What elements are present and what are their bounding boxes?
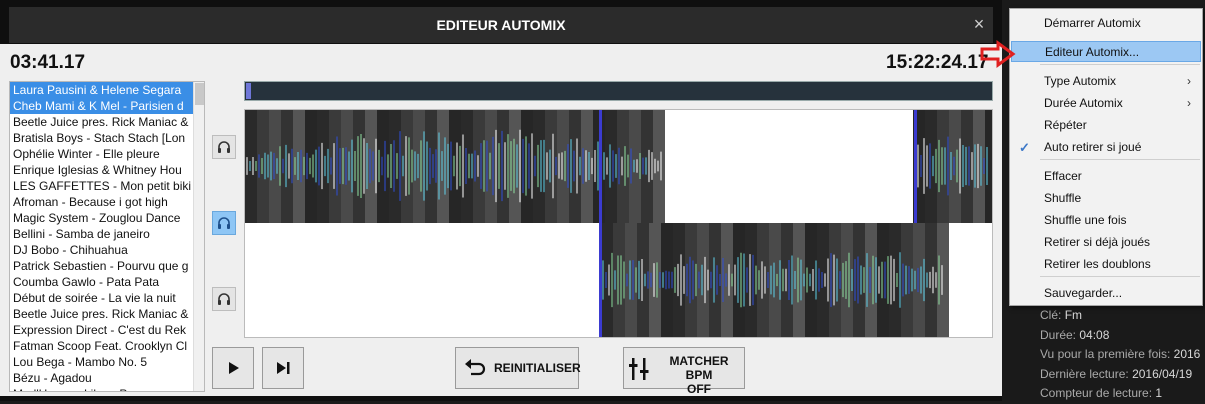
match-bpm-state: OFF [687, 382, 711, 396]
waveform-canvas [245, 110, 992, 337]
track-list-item[interactable]: Fatman Scoop Feat. Crooklyn Cl [10, 338, 193, 354]
menu-item-label: Shuffle [1044, 191, 1082, 205]
track-list-scrollbar[interactable] [193, 82, 204, 391]
track-list-item[interactable]: Afroman - Because i got high [10, 194, 193, 210]
overview-bar[interactable] [244, 81, 993, 101]
menu-item-label: Shuffle une fois [1044, 213, 1127, 227]
checkmark-icon: ✓ [1019, 140, 1030, 155]
menu-item[interactable]: Editeur Automix... [1011, 41, 1201, 62]
track-list-item[interactable]: DJ Bobo - Chihuahua [10, 242, 193, 258]
track-list-item[interactable]: Laura Pausini & Helene Segara [10, 82, 193, 98]
submenu-arrow-icon: › [1187, 96, 1191, 110]
track-list-item[interactable]: Bellini - Samba de janeiro [10, 226, 193, 242]
automix-context-menu[interactable]: Démarrer Automix Editeur Automix... Type A… [1009, 8, 1203, 306]
track-list-item[interactable]: Magic System - Zouglou Dance [10, 210, 193, 226]
skip-next-button[interactable] [262, 347, 304, 389]
background-app-strip [0, 396, 1002, 401]
scrollbar-thumb[interactable] [195, 83, 204, 105]
automix-editor-window: EDITEUR AUTOMIX × 03:41.17 15:22:24.17 L… [0, 0, 1002, 396]
track-list-item[interactable]: Mad'House - Like a Prayer [10, 386, 193, 391]
match-bpm-label: MATCHER BPM OFF [658, 354, 740, 396]
bpm-match-icon [629, 358, 649, 380]
menu-item-label: Editeur Automix... [1045, 45, 1140, 59]
menu-item[interactable]: Durée Automix › [1011, 93, 1201, 114]
transition-start-marker [599, 110, 602, 337]
menu-item[interactable]: Répéter [1011, 115, 1201, 136]
info-first-seen: Vu pour la première fois: 2016 [1040, 347, 1201, 361]
menu-item-label: Auto retirer si joué [1044, 140, 1142, 154]
menu-item[interactable]: Auto retirer si joué ✓ [1011, 137, 1201, 158]
track-list-item[interactable]: Beetle Juice pres. Rick Maniac & [10, 306, 193, 322]
annotation-arrow-icon [980, 40, 1016, 68]
transition-waveform[interactable] [244, 109, 993, 338]
menu-item[interactable]: Type Automix › [1011, 71, 1201, 92]
headphones-icon [218, 293, 230, 305]
close-button[interactable]: × [970, 14, 988, 34]
submenu-arrow-icon: › [1187, 74, 1191, 88]
menu-item-label: Type Automix [1044, 74, 1117, 88]
match-bpm-button[interactable]: MATCHER BPM OFF [623, 347, 745, 396]
elapsed-time: 03:41.17 [10, 52, 86, 73]
automix-track-list[interactable]: Laura Pausini & Helene Segara Cheb Mami … [9, 81, 205, 392]
track-list-item[interactable]: Bézu - Agadou [10, 370, 193, 386]
menu-item[interactable]: Retirer si déjà joués [1011, 232, 1201, 253]
menu-item[interactable]: Sauvegarder... [1011, 283, 1201, 304]
menu-item[interactable]: Démarrer Automix [1011, 13, 1201, 34]
menu-item-label: Durée Automix [1044, 96, 1123, 110]
menu-item[interactable]: Shuffle une fois [1011, 210, 1201, 231]
transition-end-marker [914, 110, 917, 223]
overview-position-marker[interactable] [246, 83, 251, 99]
menu-item-label: Répéter [1044, 118, 1087, 132]
track-list-item[interactable]: Bratisla Boys - Stach Stach [Lon [10, 130, 193, 146]
track-list-item[interactable]: Lou Bega - Mambo No. 5 [10, 354, 193, 370]
track-list-item[interactable]: Enrique Iglesias & Whitney Hou [10, 162, 193, 178]
match-bpm-label-line1: MATCHER BPM [669, 354, 729, 382]
info-duration: Durée: 04:08 [1040, 327, 1110, 342]
title-bar[interactable]: EDITEUR AUTOMIX × [0, 0, 1002, 44]
headphones-button-track-2[interactable] [212, 287, 236, 311]
track-info-panel: Clé: Fm Durée: 04:08 Vu pour la première… [1040, 306, 1205, 404]
menu-item-label: Démarrer Automix [1044, 16, 1141, 30]
menu-item-label: Sauvegarder... [1044, 286, 1123, 300]
menu-separator [1040, 64, 1200, 65]
menu-item-label: Retirer les doublons [1044, 257, 1151, 271]
track-list-item[interactable]: Ophélie Winter - Elle pleure [10, 146, 193, 162]
info-key: Clé: Fm [1040, 308, 1083, 322]
headphones-button-transition[interactable] [212, 211, 236, 235]
track-list-item[interactable]: Cheb Mami & K Mel - Parisien d [10, 98, 193, 114]
menu-item-label: Effacer [1044, 169, 1082, 183]
window-title: EDITEUR AUTOMIX [436, 17, 566, 33]
track-list-item[interactable]: Patrick Sebastien - Pourvu que g [10, 258, 193, 274]
headphones-icon [218, 217, 230, 229]
play-button[interactable] [212, 347, 254, 389]
undo-arrow-icon [465, 359, 486, 376]
track-list-item[interactable]: Expression Direct - C'est du Rek [10, 322, 193, 338]
skip-next-icon [277, 362, 290, 374]
end-time: 15:22:24.17 [886, 52, 989, 73]
info-last-played: Dernière lecture: 2016/04/19 [1040, 366, 1193, 381]
waveform-top-band [985, 110, 992, 223]
play-icon [229, 362, 239, 374]
menu-item-label: Retirer si déjà joués [1044, 235, 1151, 249]
reset-button[interactable]: REINITIALISER [455, 347, 581, 389]
menu-item[interactable]: Effacer [1011, 166, 1201, 187]
menu-item[interactable]: Shuffle [1011, 188, 1201, 209]
headphones-button-track-1[interactable] [212, 135, 236, 159]
headphones-icon [218, 141, 230, 153]
track-list-item[interactable]: Coumba Gawlo - Pata Pata [10, 274, 193, 290]
track-list-item[interactable]: LES GAFFETTES - Mon petit biki [10, 178, 193, 194]
menu-item[interactable]: Retirer les doublons [1011, 254, 1201, 275]
reset-label: REINITIALISER [494, 361, 581, 375]
menu-separator [1040, 276, 1200, 277]
track-list-item[interactable]: Début de soirée - La vie la nuit [10, 290, 193, 306]
track-list-item[interactable]: Beetle Juice pres. Rick Maniac & [10, 114, 193, 130]
menu-separator [1040, 159, 1200, 160]
